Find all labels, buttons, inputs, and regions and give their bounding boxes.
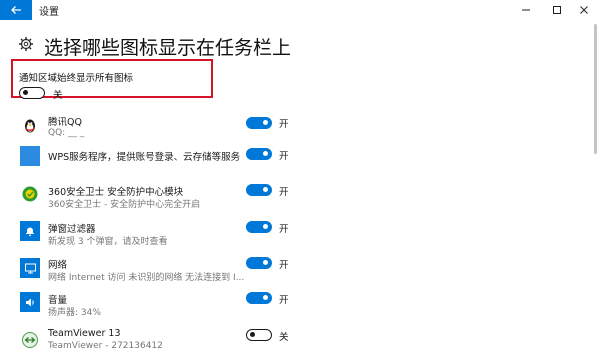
app-name: TeamViewer 13 (48, 328, 121, 339)
minimize-icon (522, 9, 530, 11)
app-toggle-volume[interactable] (246, 292, 272, 304)
app-description: QQ: __ _ (48, 128, 85, 138)
always-show-state: 关 (53, 90, 63, 101)
app-state: 关 (279, 332, 289, 343)
app-toggle-qq[interactable] (246, 117, 272, 129)
back-button[interactable] (0, 0, 32, 20)
app-state: 开 (279, 224, 289, 235)
app-name: 腾讯QQ (48, 117, 82, 128)
app-toggle-network[interactable] (246, 257, 272, 269)
title-bar: 设置 (0, 0, 600, 20)
always-show-toggle[interactable] (19, 87, 45, 99)
app-toggle-wps[interactable] (246, 148, 272, 160)
app-name: 音量 (48, 295, 68, 306)
popup-filter-bell-icon (20, 221, 40, 241)
app-description: 新发现 3 个弹窗，请及时查看 (48, 237, 168, 247)
shield-360-icon (20, 184, 40, 204)
maximize-icon (553, 6, 561, 14)
app-description: 网络 Internet 访问 未识别的网络 无法连接到 I... (48, 273, 245, 283)
app-description: 360安全卫士 - 安全防护中心完全开启 (48, 200, 201, 210)
app-name: 网络 (48, 260, 68, 271)
app-state: 开 (279, 187, 289, 198)
app-name: 360安全卫士 安全防护中心模块 (48, 187, 184, 198)
app-toggle-360[interactable] (246, 184, 272, 196)
close-button[interactable] (568, 0, 600, 20)
network-icon (20, 258, 40, 278)
app-state: 开 (279, 119, 289, 130)
window-title: 设置 (39, 7, 59, 18)
app-description: 扬声器: 34% (48, 308, 101, 318)
always-show-label: 通知区域始终显示所有图标 (19, 73, 134, 84)
app-toggle-popup-filter[interactable] (246, 221, 272, 233)
app-toggle-teamviewer[interactable] (246, 329, 272, 341)
app-state: 开 (279, 260, 289, 271)
qq-penguin-icon (20, 116, 40, 136)
app-state: 开 (279, 295, 289, 306)
page-title: 选择哪些图标显示在任务栏上 (44, 37, 292, 59)
teamviewer-icon (20, 330, 40, 350)
back-arrow-icon (11, 6, 21, 14)
app-state: 开 (279, 151, 289, 162)
app-name: 弹窗过滤器 (48, 224, 96, 235)
app-description: TeamViewer - 272136412 (48, 341, 163, 351)
minimize-button[interactable] (510, 0, 542, 20)
gear-icon (19, 37, 33, 51)
wps-service-icon (20, 146, 40, 166)
scrollbar[interactable] (594, 24, 597, 154)
app-name: WPS服务程序，提供账号登录、云存储等服务 (48, 152, 241, 163)
close-icon (580, 6, 588, 14)
volume-icon (20, 292, 40, 312)
